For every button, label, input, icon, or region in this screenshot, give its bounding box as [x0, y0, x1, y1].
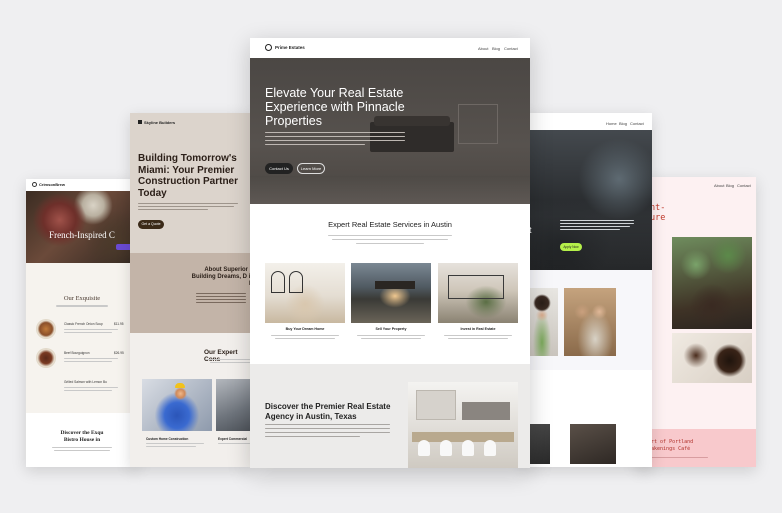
menu-item-name: Classic French Onion Soup — [64, 322, 103, 326]
dish-photo — [36, 348, 56, 368]
builders-hero-title: Building Tomorrow's Miami: Your Premier … — [138, 153, 239, 199]
service-card[interactable]: Custom Home Construction — [142, 379, 212, 461]
campus-hero-image — [520, 130, 652, 270]
hard-hat — [175, 383, 185, 388]
logo-icon — [138, 120, 142, 124]
nav-link[interactable]: Contact — [504, 46, 518, 51]
student-photo — [526, 288, 558, 356]
window-shape — [416, 390, 456, 420]
nav-link[interactable]: Blog — [492, 46, 500, 51]
discover-subtitle: Bistro House in — [63, 437, 101, 443]
builders-site-card[interactable]: Skyline Builders Building Tomorrow's Mia… — [130, 113, 252, 467]
nav-link[interactable]: Contact — [737, 183, 751, 188]
chair-shape — [440, 440, 452, 456]
cafe-discover-section: Discover the Exqu Bistro House in — [26, 413, 138, 467]
coffee-footer: urt of Portland wakenings Café — [636, 429, 756, 467]
apply-now-button[interactable]: Apply Now — [560, 243, 582, 251]
hero-title-line: nt- — [650, 203, 666, 213]
realestate-hero-title: Elevate Your Real Estate Experience with… — [265, 86, 405, 128]
agency-title: Discover the Premier Real Estate Agency … — [265, 402, 391, 421]
nav-link[interactable]: About — [714, 183, 724, 188]
coffee-beans-photo — [672, 333, 752, 383]
brand-name: Prime Estates — [275, 45, 305, 50]
lecture-photo — [570, 424, 616, 464]
arched-window — [289, 271, 303, 293]
chair-shape — [418, 440, 430, 456]
house-exterior-photo — [351, 263, 431, 323]
hero-title-line: ure — [650, 213, 666, 223]
wall-frame — [458, 104, 498, 144]
footer-line: urt of Portland — [648, 439, 694, 445]
chair-shape — [484, 440, 496, 456]
nav-link[interactable]: Contact — [630, 121, 644, 126]
campus-students-section — [520, 270, 652, 370]
menu-item-price: $11.95 — [114, 322, 124, 326]
house-frame — [448, 275, 504, 299]
campus-site-card[interactable]: Home Blog Contact nt Apply Now — [520, 113, 652, 467]
cafe-hero-image — [26, 191, 138, 263]
expert-title: Our Expert Cons — [204, 349, 238, 363]
coffee-site-card[interactable]: About Blog Contact nt- ure urt of Portla… — [636, 177, 756, 467]
cafe-navbar: CrimsonBrew — [26, 179, 138, 191]
realestate-navbar: Prime Estates About Blog Contact — [250, 38, 530, 58]
service-card[interactable]: Expert Commercial — [216, 379, 252, 461]
cafe-hero-title: French-Inspired C — [49, 230, 115, 240]
learn-more-button[interactable]: Learn More — [297, 163, 325, 174]
nav-link[interactable]: About — [478, 46, 488, 51]
get-quote-button[interactable]: Get a Quote — [138, 220, 164, 229]
nav-link[interactable]: Blog — [619, 121, 627, 126]
service-label: Expert Commercial — [218, 437, 248, 441]
kitchen-photo — [408, 382, 518, 468]
service-card[interactable]: Buy Your Dream Home — [265, 263, 345, 343]
brand-name: CrimsonBrew — [39, 182, 66, 187]
students-photo — [564, 288, 616, 356]
dish-photo — [36, 319, 56, 339]
service-label: Buy Your Dream Home — [285, 327, 325, 331]
contact-us-button[interactable]: Contact Us — [265, 163, 293, 174]
coffee-hero-title: nt- ure — [650, 203, 665, 223]
service-card[interactable]: Invest in Real Estate — [438, 263, 518, 343]
logo-icon — [265, 44, 272, 51]
menu-item[interactable]: Classic French Onion Soup $11.95 — [36, 319, 136, 341]
menu-heading: Our Exquisite — [63, 295, 101, 302]
cafe-interior-photo — [672, 237, 752, 329]
campus-bottom — [520, 416, 652, 467]
menu-item-name: Grilled Salmon with Lemon Bu — [64, 380, 107, 384]
cabinet-shape — [462, 402, 510, 420]
service-card[interactable]: Sell Your Property — [351, 263, 431, 343]
hero-floor — [250, 176, 530, 204]
worker-photo — [142, 379, 212, 431]
investment-home-photo — [438, 263, 518, 323]
roof-shape — [375, 281, 415, 289]
brand-name: Skyline Builders — [144, 120, 176, 125]
nav-link[interactable]: Blog — [726, 183, 734, 188]
builders-about-section: About Superior B Building Dreams, D in M — [130, 253, 252, 333]
coffee-footer-text: urt of Portland wakenings Café — [648, 439, 693, 453]
service-label: Invest in Real Estate — [460, 327, 496, 331]
living-room-photo — [265, 263, 345, 323]
nav-link[interactable]: Home — [606, 121, 617, 126]
builders-services-section: Our Expert Cons Custom Home Construction… — [130, 333, 252, 467]
arched-window — [271, 271, 285, 293]
service-label: Custom Home Construction — [146, 437, 189, 441]
services-title: Expert Real Estate Services in Austin — [328, 220, 452, 229]
cafe-site-card[interactable]: CrimsonBrew French-Inspired C Our Exquis… — [26, 179, 138, 467]
chair-shape — [462, 440, 474, 456]
realestate-site-card[interactable]: Prime Estates About Blog Contact Elevate… — [250, 38, 530, 468]
menu-item-name: Beef Bourguignon — [64, 351, 90, 355]
building-photo — [216, 379, 252, 431]
menu-item[interactable]: Beef Bourguignon $26.95 — [36, 348, 136, 370]
logo-icon — [32, 182, 37, 187]
crowd-shade — [520, 216, 652, 270]
realestate-hero — [250, 58, 530, 204]
discover-title: Discover the Exqu — [60, 430, 104, 436]
about-title: About Superior B Building Dreams, D in M — [191, 267, 252, 287]
agency-section: Discover the Premier Real Estate Agency … — [250, 364, 530, 468]
service-label: Sell Your Property — [375, 327, 407, 331]
menu-item[interactable]: Grilled Salmon with Lemon Bu — [36, 377, 136, 399]
menu-item-price: $26.95 — [114, 351, 124, 355]
footer-line: wakenings Café — [648, 446, 691, 452]
